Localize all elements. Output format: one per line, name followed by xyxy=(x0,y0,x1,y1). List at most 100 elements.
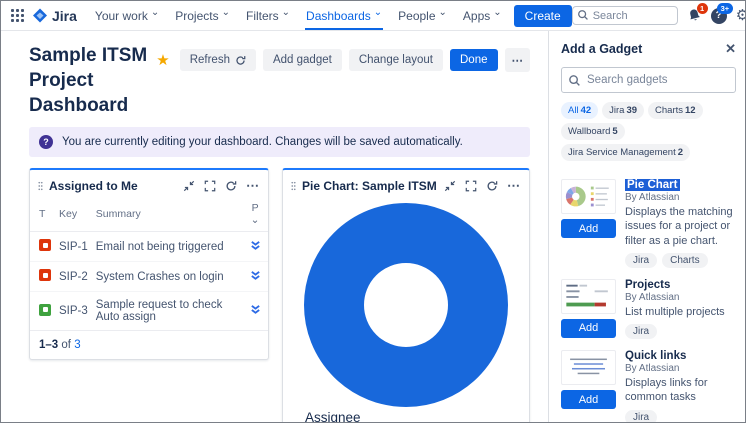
notifications-button[interactable]: 1 xyxy=(687,3,708,23)
gadget-name[interactable]: Projects xyxy=(625,279,670,291)
chevron-down-icon: ⌄ xyxy=(373,7,383,18)
assigned-issues-table: T Key Summary P ⌄ SIP-1 Email not being … xyxy=(30,200,268,330)
issue-key[interactable]: SIP-1 xyxy=(55,231,92,262)
filter-jsm[interactable]: Jira Service Management 2 xyxy=(561,144,691,161)
tag-jira[interactable]: Jira xyxy=(625,252,658,268)
nav-item-projects[interactable]: Projects ⌄ xyxy=(167,1,238,30)
add-button[interactable]: Add xyxy=(561,318,616,338)
gadget-name[interactable]: Quick links xyxy=(625,350,686,362)
expand-icon[interactable] xyxy=(465,180,477,192)
jira-logo[interactable]: Jira xyxy=(32,8,77,24)
add-gadget-panel: Add a Gadget ✕ All42 Jira39 Charts12 Wal… xyxy=(548,31,745,422)
pagination-range: 1–3 xyxy=(39,339,59,351)
issue-type-incident-icon xyxy=(39,269,51,281)
chevron-down-icon: ⌄ xyxy=(438,7,447,18)
refresh-icon[interactable] xyxy=(225,180,237,192)
jira-mark-icon xyxy=(33,8,47,22)
top-navigation: Jira Your work ⌄ Projects ⌄ Filters ⌄ Dashb… xyxy=(1,1,745,31)
nav-item-dashboards[interactable]: Dashboards ⌄ xyxy=(298,1,390,30)
projects-thumbnail xyxy=(561,278,616,314)
more-options-button[interactable]: ⋯ xyxy=(504,48,530,72)
jira-window: Jira Your work ⌄ Projects ⌄ Filters ⌄ Dashb… xyxy=(0,0,746,423)
gadget-description: Displays the matching issues for a proje… xyxy=(625,206,733,247)
gadget-pie-chart: Pie Chart: Sample ITSM Project ⋯ xyxy=(282,168,530,422)
close-icon[interactable]: ✕ xyxy=(725,41,736,57)
refresh-icon[interactable] xyxy=(486,180,498,192)
gear-icon: ⚙ xyxy=(736,8,745,23)
drag-handle-icon[interactable] xyxy=(38,180,43,192)
filter-charts[interactable]: Charts 12 xyxy=(648,102,703,119)
chevron-down-icon: ⌄ xyxy=(250,214,260,226)
panel-title: Add a Gadget xyxy=(561,42,643,56)
done-button[interactable]: Done xyxy=(450,49,498,71)
tag-jira[interactable]: Jira xyxy=(625,324,658,340)
search-icon xyxy=(569,75,580,86)
column-priority[interactable]: P ⌄ xyxy=(242,200,268,232)
table-row[interactable]: SIP-1 Email not being triggered xyxy=(30,231,268,262)
add-button[interactable]: Add xyxy=(561,219,616,238)
refresh-button[interactable]: Refresh xyxy=(179,49,256,71)
favorite-star-icon[interactable]: ★ xyxy=(156,51,169,69)
drag-handle-icon[interactable] xyxy=(291,180,296,192)
issue-key[interactable]: SIP-2 xyxy=(55,261,92,292)
nav-item-people[interactable]: People ⌄ xyxy=(390,1,455,30)
dashboard-main: Sample ITSM Project Dashboard ★ Refresh … xyxy=(1,31,548,422)
gadget-list: Add Jira xyxy=(561,168,736,422)
chevron-down-icon: ⌄ xyxy=(221,7,230,18)
nav-item-apps[interactable]: Apps ⌄ xyxy=(455,1,510,30)
nav-item-filters[interactable]: Filters ⌄ xyxy=(238,1,298,30)
add-gadget-button[interactable]: Add gadget xyxy=(262,49,342,71)
column-key[interactable]: Key xyxy=(55,200,92,232)
gadget-search-input[interactable] xyxy=(561,67,736,93)
page-title: Sample ITSM Project Dashboard xyxy=(29,45,148,116)
filter-all[interactable]: All 42 xyxy=(561,102,599,119)
app-switcher-icon[interactable] xyxy=(11,9,24,22)
list-item-projects: Add Projects By Atlassian List multiple … xyxy=(561,278,736,340)
list-item-quick-links: Add Quick links By Atlassian Displays li… xyxy=(561,350,736,422)
table-row[interactable]: SIP-3 Sample request to check Auto assig… xyxy=(30,292,268,331)
gadget-assigned-to-me: Assigned to Me ⋯ T Key Summary P ⌄ SIP-1… xyxy=(29,168,269,360)
tag-jira[interactable]: Jira xyxy=(625,409,658,422)
gadget-filters: All 42 Jira 39 Charts 12 Wallboard 5 Jira Se… xyxy=(561,102,736,161)
help-badge: 3+ xyxy=(717,2,733,14)
table-row[interactable]: SIP-2 System Crashes on login xyxy=(30,261,268,292)
chevron-down-icon: ⌄ xyxy=(150,7,160,18)
add-button[interactable]: Add xyxy=(561,390,616,410)
column-type[interactable]: T xyxy=(30,200,55,232)
create-button[interactable]: Create xyxy=(513,4,572,27)
banner-text: You are currently editing your dashboard… xyxy=(62,136,463,148)
issue-type-request-icon xyxy=(39,303,51,316)
gadget-author: By Atlassian xyxy=(625,192,680,203)
filter-jira[interactable]: Jira 39 xyxy=(602,102,645,119)
filter-wallboard[interactable]: Wallboard 5 xyxy=(561,123,625,140)
global-search xyxy=(571,6,678,26)
pie-chart-thumbnail xyxy=(561,179,616,214)
chart-stat-label[interactable]: Assignee xyxy=(305,410,513,422)
gadget-name[interactable]: Pie Chart xyxy=(625,179,680,191)
pagination-total-link[interactable]: 3 xyxy=(74,339,80,351)
pagination: 1–3 of 3 xyxy=(30,330,268,359)
gadget-more-icon[interactable]: ⋯ xyxy=(507,179,520,192)
nav-item-your-work[interactable]: Your work ⌄ xyxy=(87,1,167,30)
issue-summary[interactable]: System Crashes on login xyxy=(91,261,242,292)
priority-lowest-icon xyxy=(250,270,260,280)
help-button[interactable]: ? 3+ xyxy=(710,2,733,24)
issue-summary[interactable]: Sample request to check Auto assign xyxy=(92,292,242,331)
collapse-icon[interactable] xyxy=(444,180,456,192)
gadget-more-icon[interactable]: ⋯ xyxy=(246,179,259,192)
refresh-icon xyxy=(236,55,246,65)
collapse-icon[interactable] xyxy=(183,180,195,192)
search-icon xyxy=(577,10,588,21)
more-icon: ⋯ xyxy=(511,55,524,67)
issue-summary[interactable]: Email not being triggered xyxy=(91,231,242,262)
issue-key[interactable]: SIP-3 xyxy=(55,292,92,331)
expand-icon[interactable] xyxy=(204,180,216,192)
settings-button[interactable]: ⚙ xyxy=(736,8,745,23)
editing-banner: ? You are currently editing your dashboa… xyxy=(29,127,530,157)
gadget-description: List multiple projects xyxy=(625,305,725,318)
donut-chart[interactable] xyxy=(303,202,509,408)
column-summary[interactable]: Summary xyxy=(91,200,242,232)
tag-charts[interactable]: Charts xyxy=(662,252,708,268)
change-layout-button[interactable]: Change layout xyxy=(348,49,443,71)
list-item-pie-chart: Add Pie Chart By Atlassian Displays the … xyxy=(561,179,736,268)
